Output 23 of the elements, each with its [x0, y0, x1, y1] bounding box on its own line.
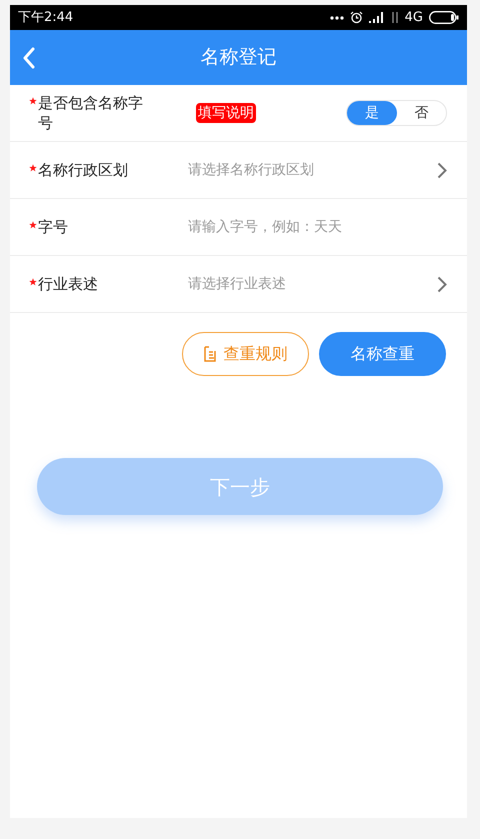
alarm-clock-icon	[350, 11, 363, 24]
field-label: 是否包含名称字号	[38, 93, 144, 133]
name-check-button[interactable]: 名称查重	[319, 332, 446, 376]
toggle-option[interactable]: 是	[347, 101, 396, 125]
field-label: 名称行政区划	[38, 160, 128, 180]
chevron-right-icon	[437, 276, 447, 292]
battery-icon	[429, 11, 459, 24]
back-icon[interactable]	[22, 46, 36, 68]
more-dots-icon	[330, 16, 344, 20]
select-field[interactable]: 请选择行业表述	[178, 256, 447, 312]
rules-button[interactable]: 查重规则	[182, 332, 309, 376]
input-field[interactable]: 请输入字号，例如：天天	[178, 199, 447, 255]
field-label: 字号	[38, 217, 68, 237]
toggle-option[interactable]: 否	[396, 101, 446, 125]
select-field[interactable]: 请选择名称行政区划	[178, 142, 447, 198]
page-title: 名称登记	[200, 45, 276, 70]
status-time: 下午2:44	[18, 8, 74, 27]
document-icon	[204, 346, 216, 362]
help-badge[interactable]: 填写说明	[196, 103, 256, 123]
chevron-right-icon	[437, 162, 447, 178]
network-type: 4G	[404, 8, 423, 27]
field-label: 行业表述	[38, 274, 98, 294]
signal-icon	[368, 12, 385, 23]
